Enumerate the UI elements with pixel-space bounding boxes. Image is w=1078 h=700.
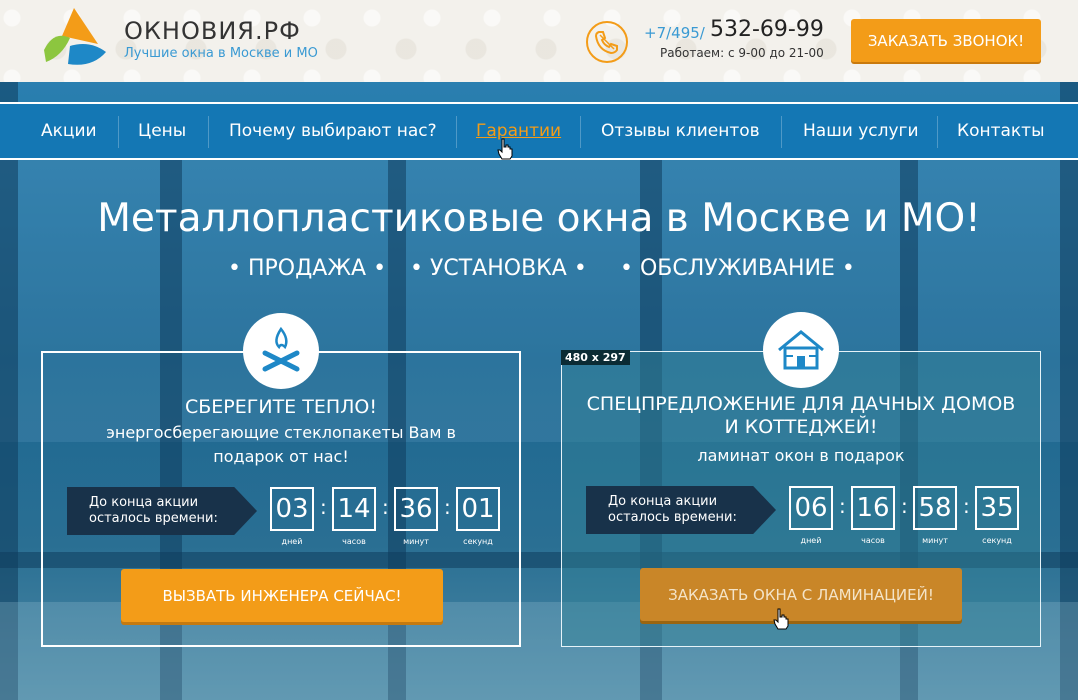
element-size-badge: 480 x 297 bbox=[561, 350, 630, 365]
hand-cursor-icon bbox=[773, 608, 789, 630]
timer-seconds: 01 bbox=[456, 487, 500, 531]
unit-minutes: минут bbox=[403, 537, 429, 546]
site-header: ОКНОВИЯ.РФ Лучшие окна в Москве и МО +7/… bbox=[0, 0, 1078, 82]
timer-colon: : bbox=[839, 494, 846, 518]
nav-item-why-us[interactable]: Почему выбирают нас? bbox=[229, 121, 437, 141]
work-hours: Работаем: с 9-00 до 21-00 bbox=[660, 46, 824, 60]
timer-colon: : bbox=[382, 495, 389, 519]
nav-item-reviews[interactable]: Отзывы клиентов bbox=[601, 121, 760, 141]
timer-colon: : bbox=[901, 494, 908, 518]
nav-item-promotions[interactable]: Акции bbox=[41, 121, 97, 141]
unit-seconds: секунд bbox=[463, 537, 493, 546]
timer-label-line2: осталось времени: bbox=[608, 510, 737, 525]
unit-hours: часов bbox=[342, 537, 366, 546]
timer-label-line1: До конца акции bbox=[608, 494, 718, 509]
hand-cursor-icon bbox=[497, 138, 513, 160]
unit-seconds: секунд bbox=[982, 536, 1012, 545]
card-title-line1: СПЕЦПРЕДЛОЖЕНИЕ ДЛЯ ДАЧНЫХ ДОМОВ bbox=[586, 393, 1016, 415]
unit-hours: часов bbox=[861, 536, 885, 545]
timer-colon: : bbox=[963, 494, 970, 518]
unit-days: дней bbox=[281, 537, 303, 546]
card-title: СБЕРЕГИТЕ ТЕПЛО! bbox=[185, 396, 377, 418]
service-maintenance: • ОБСЛУЖИВАНИЕ • bbox=[620, 256, 855, 281]
timer-colon: : bbox=[320, 495, 327, 519]
timer-label: До конца акции осталось времени: bbox=[67, 487, 257, 535]
timer-label-line2: осталось времени: bbox=[89, 511, 218, 526]
card-desc-line1: энергосберегающие стеклопакеты Вам в bbox=[106, 423, 456, 442]
timer-days: 03 bbox=[270, 487, 314, 531]
card-desc: ламинат окон в подарок bbox=[697, 446, 905, 465]
order-lamination-button[interactable]: ЗАКАЗАТЬ ОКНА С ЛАМИНАЦИЕЙ! bbox=[640, 568, 962, 621]
call-engineer-button[interactable]: ВЫЗВАТЬ ИНЖЕНЕРА СЕЙЧАС! bbox=[121, 569, 443, 622]
timer-label: До конца акции осталось времени: bbox=[586, 486, 776, 534]
phone-icon bbox=[586, 21, 628, 63]
brand-tagline: Лучшие окна в Москве и МО bbox=[124, 46, 318, 61]
brand-name[interactable]: ОКНОВИЯ.РФ bbox=[124, 17, 301, 45]
nav-item-guarantees[interactable]: Гарантии bbox=[476, 121, 561, 141]
promo-card-cottage: СПЕЦПРЕДЛОЖЕНИЕ ДЛЯ ДАЧНЫХ ДОМОВ И КОТТЕ… bbox=[561, 312, 1041, 647]
phone-code[interactable]: +7/495/ bbox=[644, 24, 705, 42]
timer-minutes: 36 bbox=[394, 487, 438, 531]
card-desc-line2: подарок от нас! bbox=[213, 447, 349, 466]
card-icon-circle bbox=[763, 312, 839, 388]
nav-item-prices[interactable]: Цены bbox=[138, 121, 186, 141]
timer-hours: 14 bbox=[332, 487, 376, 531]
card-icon-circle bbox=[243, 313, 319, 389]
nav-item-services[interactable]: Наши услуги bbox=[803, 121, 919, 141]
timer-colon: : bbox=[444, 495, 451, 519]
main-nav: Акции Цены Почему выбирают нас? Гарантии… bbox=[0, 102, 1078, 160]
timer-minutes: 58 bbox=[913, 486, 957, 530]
order-call-button[interactable]: ЗАКАЗАТЬ ЗВОНОК! bbox=[851, 19, 1041, 62]
timer-days: 06 bbox=[789, 486, 833, 530]
phone-number[interactable]: 532-69-99 bbox=[710, 17, 824, 42]
service-installation: • УСТАНОВКА • bbox=[410, 256, 587, 281]
hero-headline: Металлопластиковые окна в Москве и МО! bbox=[97, 196, 981, 241]
service-sales: • ПРОДАЖА • bbox=[228, 256, 387, 281]
unit-minutes: минут bbox=[922, 536, 948, 545]
timer-hours: 16 bbox=[851, 486, 895, 530]
nav-item-contacts[interactable]: Контакты bbox=[957, 121, 1045, 141]
card-title-line2: И КОТТЕДЖЕЙ! bbox=[724, 416, 878, 438]
logo-icon[interactable] bbox=[40, 6, 108, 70]
timer-seconds: 35 bbox=[975, 486, 1019, 530]
campfire-icon bbox=[262, 326, 300, 372]
unit-days: дней bbox=[800, 536, 822, 545]
timer-label-line1: До конца акции bbox=[89, 495, 199, 510]
promo-card-warmth: СБЕРЕГИТЕ ТЕПЛО! энергосберегающие стекл… bbox=[41, 313, 521, 647]
house-icon bbox=[778, 330, 824, 370]
